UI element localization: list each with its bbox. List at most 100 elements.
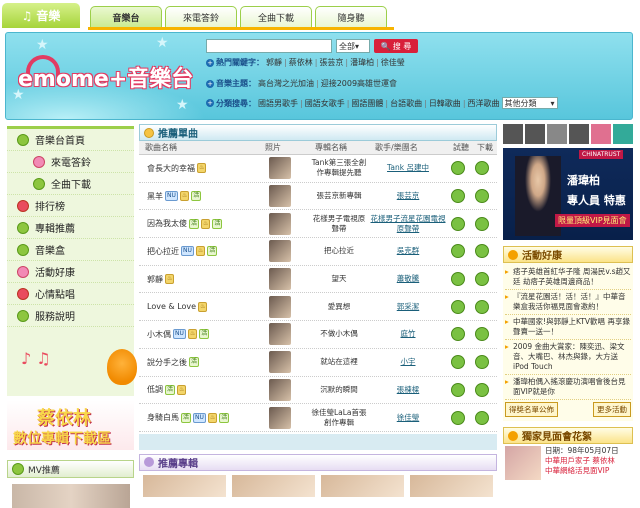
activity-item[interactable]: ▸ 2009 金曲大賞家：陳奕迅、梁文音、大嘴巴、林杰與錄，大方送iPod Tou… — [505, 340, 631, 375]
music-theme-link[interactable]: 高台灣之光加油 — [258, 78, 314, 89]
hot-keyword[interactable]: 徐佳瑩 — [381, 57, 405, 68]
song-title[interactable]: Love & Love — [147, 302, 196, 311]
sidebar-item-ringback[interactable]: 來電答鈴 — [7, 151, 134, 173]
hot-keyword[interactable]: 蔡依林 — [289, 57, 313, 68]
download-icon[interactable] — [475, 327, 489, 342]
album-cover[interactable] — [232, 474, 315, 497]
play-icon[interactable] — [451, 355, 465, 370]
tab-music-station[interactable]: 音樂台 — [90, 6, 162, 28]
song-title[interactable]: 會長大的幸福 — [147, 163, 195, 174]
artist-photo[interactable] — [269, 212, 291, 235]
activity-item[interactable]: ▸ 潘瑋柏偶入搖滾慶功演唱會後台見面VIP就是你 — [505, 375, 631, 400]
sidebar-item-activities[interactable]: 活動好康 — [7, 261, 134, 283]
sidebar-item-albums[interactable]: 專輯推薦 — [7, 217, 134, 239]
table-row[interactable]: 小木偶 NU ♨ 活 不做小木偶 庭竹 — [139, 321, 497, 349]
artist-photo[interactable] — [269, 185, 291, 208]
tab-full-download[interactable]: 全曲下載 — [240, 6, 312, 28]
table-row[interactable]: 低調活 ♨ 沉默的瞬間 張棟樑 — [139, 377, 497, 405]
category-link[interactable]: 西洋歌曲 — [468, 98, 500, 109]
album-name[interactable]: 沉默的瞬間 — [309, 385, 369, 395]
song-title[interactable]: 身騎白馬 — [147, 412, 179, 423]
table-row[interactable]: 因為我太傻活 ♨ 活花樣男子電視原聲帶 花樣男子流星花園電視原聲帶 — [139, 210, 497, 239]
song-title[interactable]: 說分手之後 — [147, 357, 187, 368]
download-icon[interactable] — [475, 272, 489, 287]
download-icon[interactable] — [475, 410, 489, 425]
artist-name[interactable]: 郭采潔 — [369, 302, 447, 312]
song-title[interactable]: 低調 — [147, 384, 163, 395]
artist-photo[interactable] — [269, 406, 291, 429]
vip-promo-banner[interactable]: CHINATRUST 潘瑋柏 專人員 特惠 限量頂級VIP見面會 — [503, 148, 633, 240]
play-icon[interactable] — [451, 216, 465, 231]
activity-item[interactable]: ▸ 『流星花園活！活！活！』中華音樂盒我活你福見面會邀約！ — [505, 290, 631, 315]
play-icon[interactable] — [451, 244, 465, 259]
song-title[interactable]: 因為我太傻 — [147, 218, 187, 229]
artist-photo[interactable] — [269, 323, 291, 346]
artist-photo[interactable] — [269, 351, 291, 374]
song-title[interactable]: 小木偶 — [147, 329, 171, 340]
artist-name[interactable]: 庭竹 — [369, 329, 447, 339]
sidebar-item-ranking[interactable]: 排行榜 — [7, 195, 134, 217]
artist-name[interactable]: 蕭敬騰 — [369, 274, 447, 284]
artist-thumbnail[interactable] — [547, 124, 567, 144]
download-icon[interactable] — [475, 299, 489, 314]
artist-photo[interactable] — [269, 268, 291, 291]
table-row[interactable]: 說分手之後活 就站在這裡 小宇 — [139, 349, 497, 377]
category-link[interactable]: 日韓歌曲 — [429, 98, 461, 109]
mv-thumbnail[interactable] — [12, 484, 130, 508]
artist-thumbnail[interactable] — [569, 124, 589, 144]
artist-name[interactable]: 徐佳瑩 — [369, 413, 447, 423]
category-link[interactable]: 台語歌曲 — [390, 98, 422, 109]
play-icon[interactable] — [451, 189, 465, 204]
activity-item[interactable]: ▸ 中華國家!與郭靜上KTV歡唱 再享錄聲賣一送一！ — [505, 315, 631, 340]
play-icon[interactable] — [451, 382, 465, 397]
music-logo-tab[interactable]: ♫ 音樂 — [2, 3, 80, 28]
play-icon[interactable] — [451, 299, 465, 314]
artist-name[interactable]: 吳克群 — [369, 246, 447, 256]
download-icon[interactable] — [475, 189, 489, 204]
table-row[interactable]: 會長大的幸福 ♨ Tank第三張全創作專輯提先聽 Tank 呂建中 — [139, 155, 497, 183]
tsai-download-banner[interactable]: 蔡依林 數位專輯下載區 — [7, 400, 134, 450]
album-cover[interactable] — [321, 474, 404, 497]
artist-photo[interactable] — [269, 240, 291, 263]
album-name[interactable]: 徐佳瑩LaLa首張創作專輯 — [309, 408, 369, 428]
artist-thumbnail[interactable] — [591, 124, 611, 144]
search-button[interactable]: 🔍 搜 尋 — [374, 39, 418, 53]
hot-keyword[interactable]: 張芸京 — [319, 57, 343, 68]
song-title[interactable]: 黑羊 — [147, 191, 163, 202]
artist-thumbnail[interactable] — [503, 124, 523, 144]
song-title[interactable]: 把心拉近 — [147, 246, 179, 257]
artist-photo[interactable] — [269, 295, 291, 318]
play-icon[interactable] — [451, 410, 465, 425]
table-row[interactable]: 郭靜 ♨ 望天 蕭敬騰 — [139, 266, 497, 294]
artist-photo[interactable] — [269, 157, 291, 180]
music-theme-link[interactable]: 迎接2009高雄世運會 — [321, 78, 397, 89]
tab-ringback[interactable]: 來電答鈴 — [165, 6, 237, 28]
artist-photo[interactable] — [269, 378, 291, 401]
vip-item[interactable]: 日期：98年05月07日 中華用戶家子 蔡依林 中華網絡活見面VIP — [503, 444, 633, 480]
search-scope-select[interactable]: 全部 ▾ — [336, 39, 370, 53]
album-name[interactable]: 花樣男子電視原聲帶 — [309, 214, 369, 234]
other-category-select[interactable]: 其他分類 ▾ — [501, 97, 558, 109]
song-title[interactable]: 郭靜 — [147, 274, 163, 285]
album-name[interactable]: 張芸京新專輯 — [309, 191, 369, 201]
artist-name[interactable]: 花樣男子流星花園電視原聲帶 — [369, 214, 447, 234]
more-activities-button[interactable]: 更多活動 — [593, 402, 631, 417]
hot-keyword[interactable]: 郭靜 — [266, 57, 282, 68]
download-icon[interactable] — [475, 216, 489, 231]
sidebar-item-help[interactable]: 服務說明 — [7, 305, 134, 327]
album-cover[interactable] — [410, 474, 493, 497]
sidebar-item-full-download[interactable]: 全曲下載 — [7, 173, 134, 195]
artist-name[interactable]: 小宇 — [369, 357, 447, 367]
tab-walkman[interactable]: 隨身聽 — [315, 6, 387, 28]
table-row[interactable]: 黑羊 NU ♨ 活 張芸京新專輯 張芸京 — [139, 183, 497, 211]
album-name[interactable]: 愛異想 — [309, 302, 369, 312]
search-input[interactable] — [206, 39, 332, 53]
artist-thumbnail[interactable] — [613, 124, 633, 144]
table-row[interactable]: 把心拉近 NU ♨ 活把心拉近 吳克群 — [139, 238, 497, 266]
play-icon[interactable] — [451, 327, 465, 342]
album-name[interactable]: 望天 — [309, 274, 369, 284]
sidebar-item-music-box[interactable]: 音樂盒 — [7, 239, 134, 261]
artist-thumbnail[interactable] — [525, 124, 545, 144]
artist-name[interactable]: 張棟樑 — [369, 385, 447, 395]
album-name[interactable]: 就站在這裡 — [309, 357, 369, 367]
